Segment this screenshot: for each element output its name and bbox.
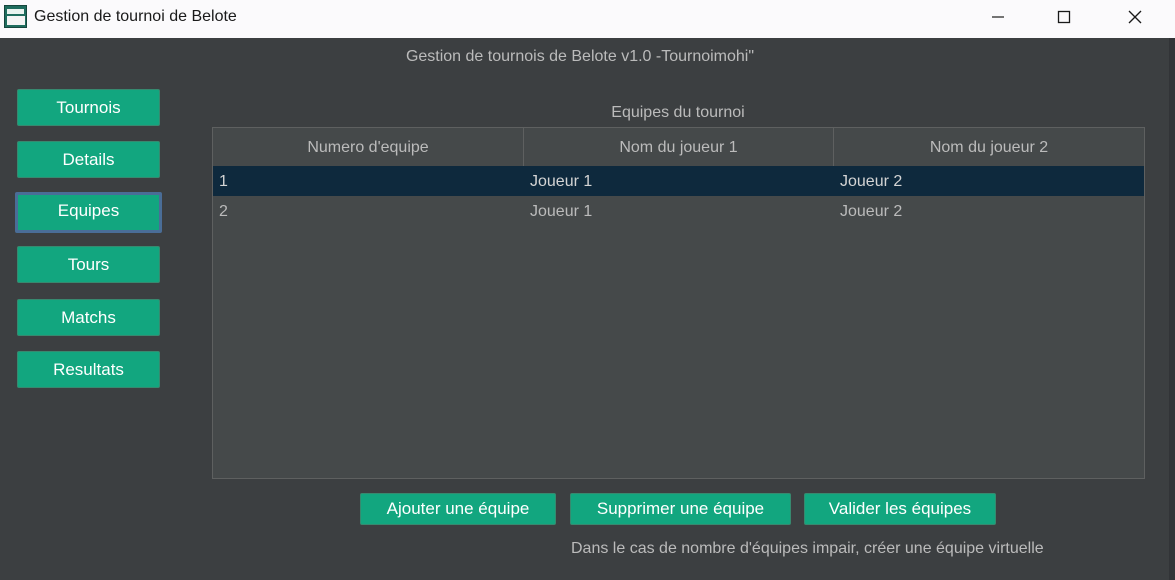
column-header-team-number[interactable]: Numero d'equipe (213, 128, 524, 166)
maximize-icon (1057, 10, 1071, 24)
table-header: Numero d'equipe Nom du joueur 1 Nom du j… (213, 128, 1144, 167)
minimize-icon (992, 16, 1004, 18)
belote-app-icon (4, 5, 27, 28)
close-button[interactable] (1112, 0, 1158, 34)
validate-teams-button[interactable]: Valider les équipes (804, 493, 996, 525)
cell-player2[interactable]: Joueur 2 (840, 196, 902, 226)
minimize-button[interactable] (975, 0, 1021, 34)
nav-tours-button[interactable]: Tours (17, 246, 160, 283)
maximize-button[interactable] (1041, 0, 1087, 34)
add-team-button[interactable]: Ajouter une équipe (360, 493, 556, 525)
cell-team-number[interactable]: 2 (219, 196, 228, 226)
window-title: Gestion de tournoi de Belote (34, 8, 237, 25)
cell-player2[interactable]: Joueur 2 (840, 166, 902, 196)
table-row[interactable]: 1 Joueur 1 Joueur 2 (213, 166, 1144, 196)
table-row[interactable]: 2 Joueur 1 Joueur 2 (213, 196, 1144, 226)
nav-matchs-button[interactable]: Matchs (17, 299, 160, 336)
close-icon (1128, 10, 1142, 24)
cell-player1[interactable]: Joueur 1 (530, 196, 592, 226)
column-header-player2[interactable]: Nom du joueur 2 (834, 128, 1144, 166)
window-titlebar: Gestion de tournoi de Belote (0, 0, 1175, 38)
table-caption: Equipes du tournoi (611, 104, 745, 121)
nav-tournois-button[interactable]: Tournois (17, 89, 160, 126)
nav-equipes-button[interactable]: Equipes (15, 192, 162, 233)
odd-teams-note: Dans le cas de nombre d'équipes impair, … (571, 540, 1044, 557)
column-header-player1[interactable]: Nom du joueur 1 (524, 128, 834, 166)
remove-team-button[interactable]: Supprimer une équipe (570, 493, 791, 525)
nav-details-button[interactable]: Details (17, 141, 160, 178)
app-header: Gestion de tournois de Belote v1.0 -Tour… (405, 48, 755, 65)
nav-resultats-button[interactable]: Resultats (17, 351, 160, 388)
window-edge (1169, 38, 1175, 580)
cell-player1[interactable]: Joueur 1 (530, 166, 592, 196)
teams-table[interactable]: Numero d'equipe Nom du joueur 1 Nom du j… (212, 127, 1145, 479)
cell-team-number[interactable]: 1 (219, 166, 228, 196)
